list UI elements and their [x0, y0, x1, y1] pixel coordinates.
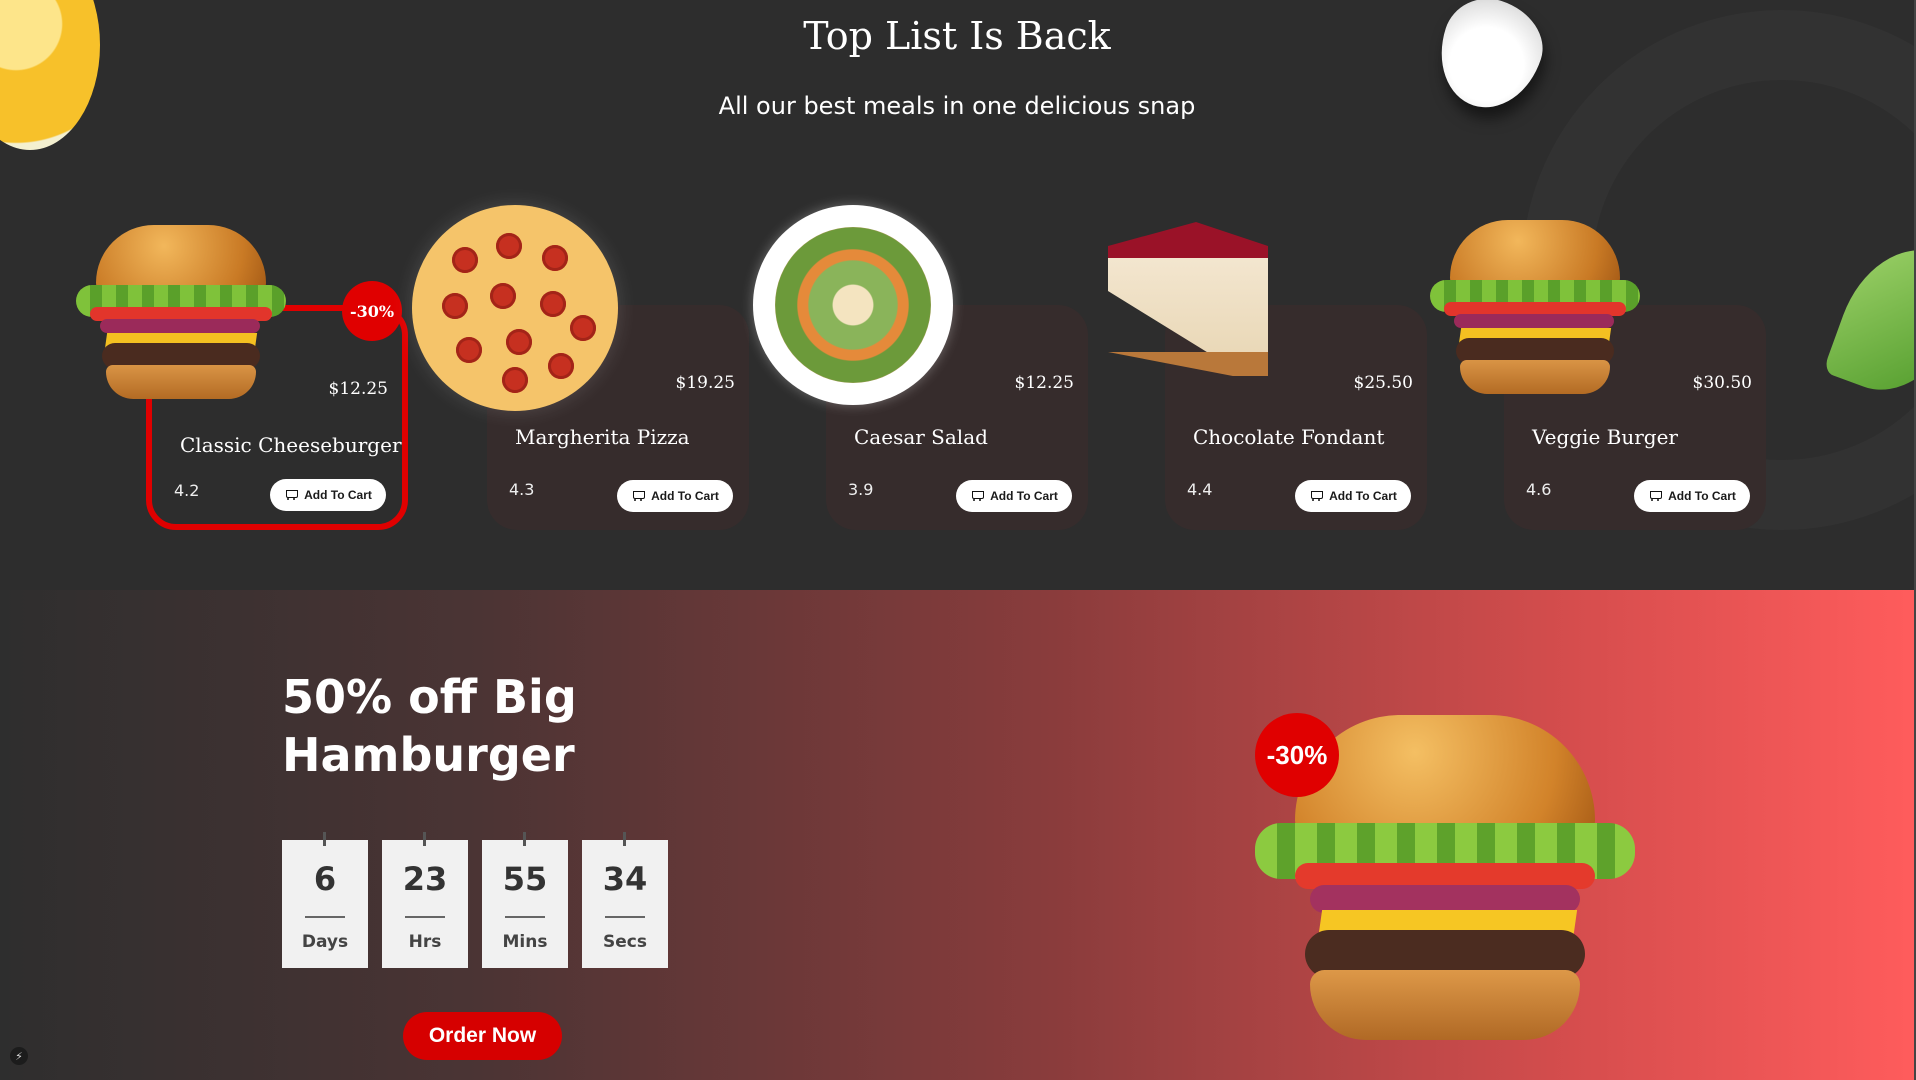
- cart-icon: [970, 490, 985, 502]
- discount-badge: -30%: [342, 281, 402, 341]
- card-rating: 4.6: [1526, 480, 1552, 499]
- add-to-cart-button[interactable]: Add To Cart: [1295, 480, 1411, 512]
- add-to-cart-button[interactable]: Add To Cart: [617, 480, 733, 512]
- countdown-value: 23: [402, 860, 448, 898]
- card-rating: 4.4: [1187, 480, 1213, 499]
- card-name: Classic Cheeseburger: [180, 433, 402, 457]
- promo-title: 50% off Big Hamburger: [282, 670, 577, 782]
- countdown-value: 6: [313, 860, 337, 898]
- countdown-timer: 6 Days 23 Hrs 55 Mins 34 Secs: [282, 832, 668, 968]
- veggie-burger-image: [1430, 220, 1640, 400]
- card-rating: 3.9: [848, 480, 874, 499]
- card-price: $19.25: [675, 373, 735, 393]
- countdown-minutes: 55 Mins: [482, 832, 568, 968]
- add-to-cart-button[interactable]: Add To Cart: [270, 479, 386, 511]
- add-to-cart-label: Add To Cart: [990, 489, 1058, 503]
- card-price: $30.50: [1692, 373, 1752, 393]
- top-list-section: Top List Is Back All our best meals in o…: [0, 0, 1916, 590]
- countdown-value: 34: [602, 860, 648, 898]
- countdown-hours: 23 Hrs: [382, 832, 468, 968]
- add-to-cart-button[interactable]: Add To Cart: [1634, 480, 1750, 512]
- card-name: Chocolate Fondant: [1193, 425, 1385, 449]
- cheeseburger-image: [76, 225, 286, 405]
- order-now-button[interactable]: Order Now: [403, 1012, 562, 1060]
- card-price: $12.25: [1014, 373, 1074, 393]
- card-rating: 4.3: [509, 480, 535, 499]
- add-to-cart-button[interactable]: Add To Cart: [956, 480, 1072, 512]
- countdown-label: Mins: [502, 932, 548, 952]
- lightning-icon[interactable]: ⚡: [10, 1047, 28, 1065]
- cart-icon: [631, 490, 646, 502]
- pizza-image: [412, 205, 618, 411]
- countdown-label: Secs: [603, 932, 647, 952]
- countdown-days: 6 Days: [282, 832, 368, 968]
- add-to-cart-label: Add To Cart: [304, 488, 372, 502]
- cart-icon: [1309, 490, 1324, 502]
- card-name: Margherita Pizza: [515, 425, 690, 449]
- add-to-cart-label: Add To Cart: [651, 489, 719, 503]
- promo-section: 50% off Big Hamburger 6 Days 23 Hrs 55 M…: [0, 590, 1916, 1080]
- card-name: Caesar Salad: [854, 425, 988, 449]
- card-price: $25.50: [1353, 373, 1413, 393]
- caesar-salad-image: [753, 205, 953, 405]
- menu-cards: $12.25 Classic Cheeseburger 4.2 Add To C…: [0, 0, 1916, 590]
- card-name: Veggie Burger: [1532, 425, 1678, 449]
- countdown-value: 55: [502, 860, 548, 898]
- promo-discount-badge: -30%: [1255, 713, 1339, 797]
- add-to-cart-label: Add To Cart: [1668, 489, 1736, 503]
- card-rating: 4.2: [174, 481, 200, 500]
- add-to-cart-label: Add To Cart: [1329, 489, 1397, 503]
- countdown-label: Days: [301, 932, 349, 952]
- countdown-seconds: 34 Secs: [582, 832, 668, 968]
- cart-icon: [284, 489, 299, 501]
- cart-icon: [1648, 490, 1663, 502]
- countdown-label: Hrs: [408, 932, 442, 952]
- chocolate-fondant-image: [1100, 222, 1270, 402]
- card-price: $12.25: [328, 379, 388, 399]
